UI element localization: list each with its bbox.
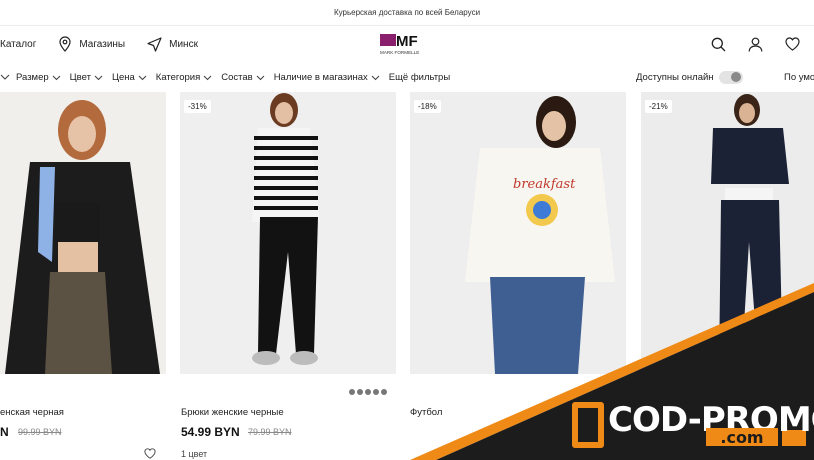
- promo-domain: .com: [706, 428, 778, 447]
- promo-banner: [410, 283, 814, 460]
